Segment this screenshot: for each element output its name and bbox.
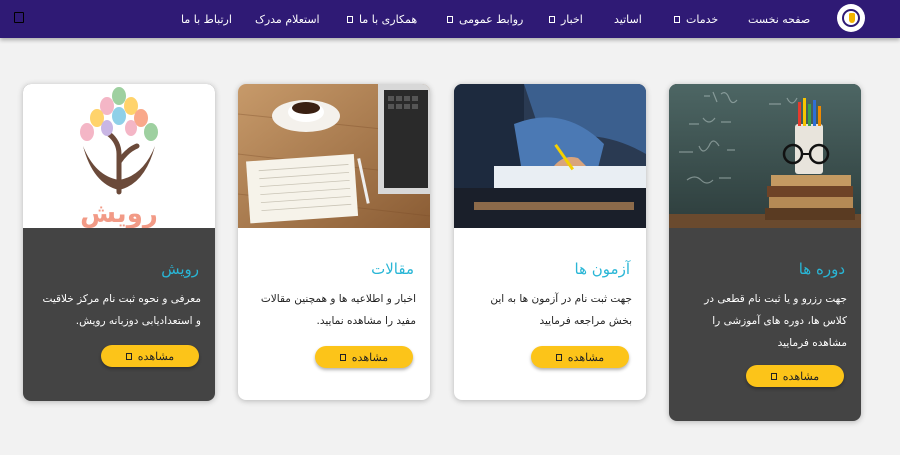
button-label: مشاهده: [137, 350, 175, 363]
card-description: اخبار و اطلاعیه ها و همچنین مقالات مفید …: [260, 293, 416, 327]
card-title: دوره ها: [798, 260, 845, 278]
dropdown-caret-icon: [549, 15, 555, 23]
dropdown-caret-icon: [347, 15, 353, 23]
card-title: مقالات: [371, 260, 414, 278]
nav-item-public-relations[interactable]: روابط عمومی: [447, 0, 523, 38]
card-exams: آزمون ها جهت ثبت نام در آزمون ها به این …: [454, 84, 646, 400]
card-image: [454, 84, 646, 228]
card-title: رویش: [161, 260, 199, 278]
nav-item-contact[interactable]: ارتباط با ما: [181, 0, 232, 38]
card-image: رویش: [23, 84, 215, 228]
button-icon: [125, 352, 132, 360]
button-label: مشاهده: [351, 351, 389, 364]
card-description: معرفی و نحوه ثبت نام مرکز خلاقیت و استعد…: [42, 293, 201, 327]
nav-label: ارتباط با ما: [181, 12, 232, 26]
view-articles-button[interactable]: مشاهده: [315, 346, 413, 368]
card-description: جهت ثبت نام در آزمون ها به این بخش مراجع…: [490, 293, 632, 327]
card-articles: مقالات اخبار و اطلاعیه ها و همچنین مقالا…: [238, 84, 430, 400]
rooyesh-logo-text: رویش: [80, 199, 158, 228]
view-courses-button[interactable]: مشاهده: [746, 365, 844, 387]
card-title: آزمون ها: [574, 260, 630, 278]
view-rooyesh-button[interactable]: مشاهده: [101, 345, 199, 367]
card-image: [238, 84, 430, 228]
menu-toggle-icon[interactable]: [14, 12, 24, 23]
card-image: [669, 84, 861, 228]
nav-label: اساتید: [614, 12, 642, 26]
button-icon: [770, 372, 777, 380]
dropdown-caret-icon: [674, 15, 680, 23]
nav-label: اخبار: [561, 12, 583, 26]
student-writing-exam-photo: [454, 84, 646, 228]
button-label: مشاهده: [567, 351, 605, 364]
nav-label: صفحه نخست: [748, 12, 811, 26]
nav-label: روابط عمومی: [459, 12, 524, 26]
coffee-notebook-laptop-photo: [238, 84, 430, 228]
nav-label: خدمات: [686, 12, 719, 26]
button-icon: [339, 353, 346, 361]
nav-item-news[interactable]: اخبار: [549, 0, 583, 38]
nav-item-home[interactable]: صفحه نخست: [748, 0, 810, 38]
nav-label: استعلام مدرک: [255, 12, 320, 26]
rooyesh-tree-logo: رویش: [80, 87, 158, 228]
card-courses: دوره ها جهت رزرو و یا ثبت نام قطعی در کل…: [669, 84, 861, 421]
books-pencils-glasses-photo: [669, 84, 861, 228]
top-navbar: صفحه نخست خدمات اساتید اخبار روابط عمومی…: [0, 0, 900, 38]
card-rooyesh: رویش رویش معرفی و نحوه ثبت نام مرکز خلاق…: [23, 84, 215, 401]
button-label: مشاهده: [782, 370, 820, 383]
button-icon: [555, 353, 562, 361]
nav-item-cooperation[interactable]: همکاری با ما: [347, 0, 417, 38]
nav-item-teachers[interactable]: اساتید: [614, 0, 642, 38]
card-description: جهت رزرو و یا ثبت نام قطعی در کلاس ها، د…: [704, 293, 847, 349]
dropdown-caret-icon: [447, 15, 453, 23]
nav-item-services[interactable]: خدمات: [674, 0, 718, 38]
site-logo[interactable]: [837, 4, 865, 32]
view-exams-button[interactable]: مشاهده: [531, 346, 629, 368]
nav-item-certificate-inquiry[interactable]: استعلام مدرک: [255, 0, 320, 38]
logo-emblem-icon: [842, 9, 860, 27]
nav-label: همکاری با ما: [359, 12, 418, 26]
